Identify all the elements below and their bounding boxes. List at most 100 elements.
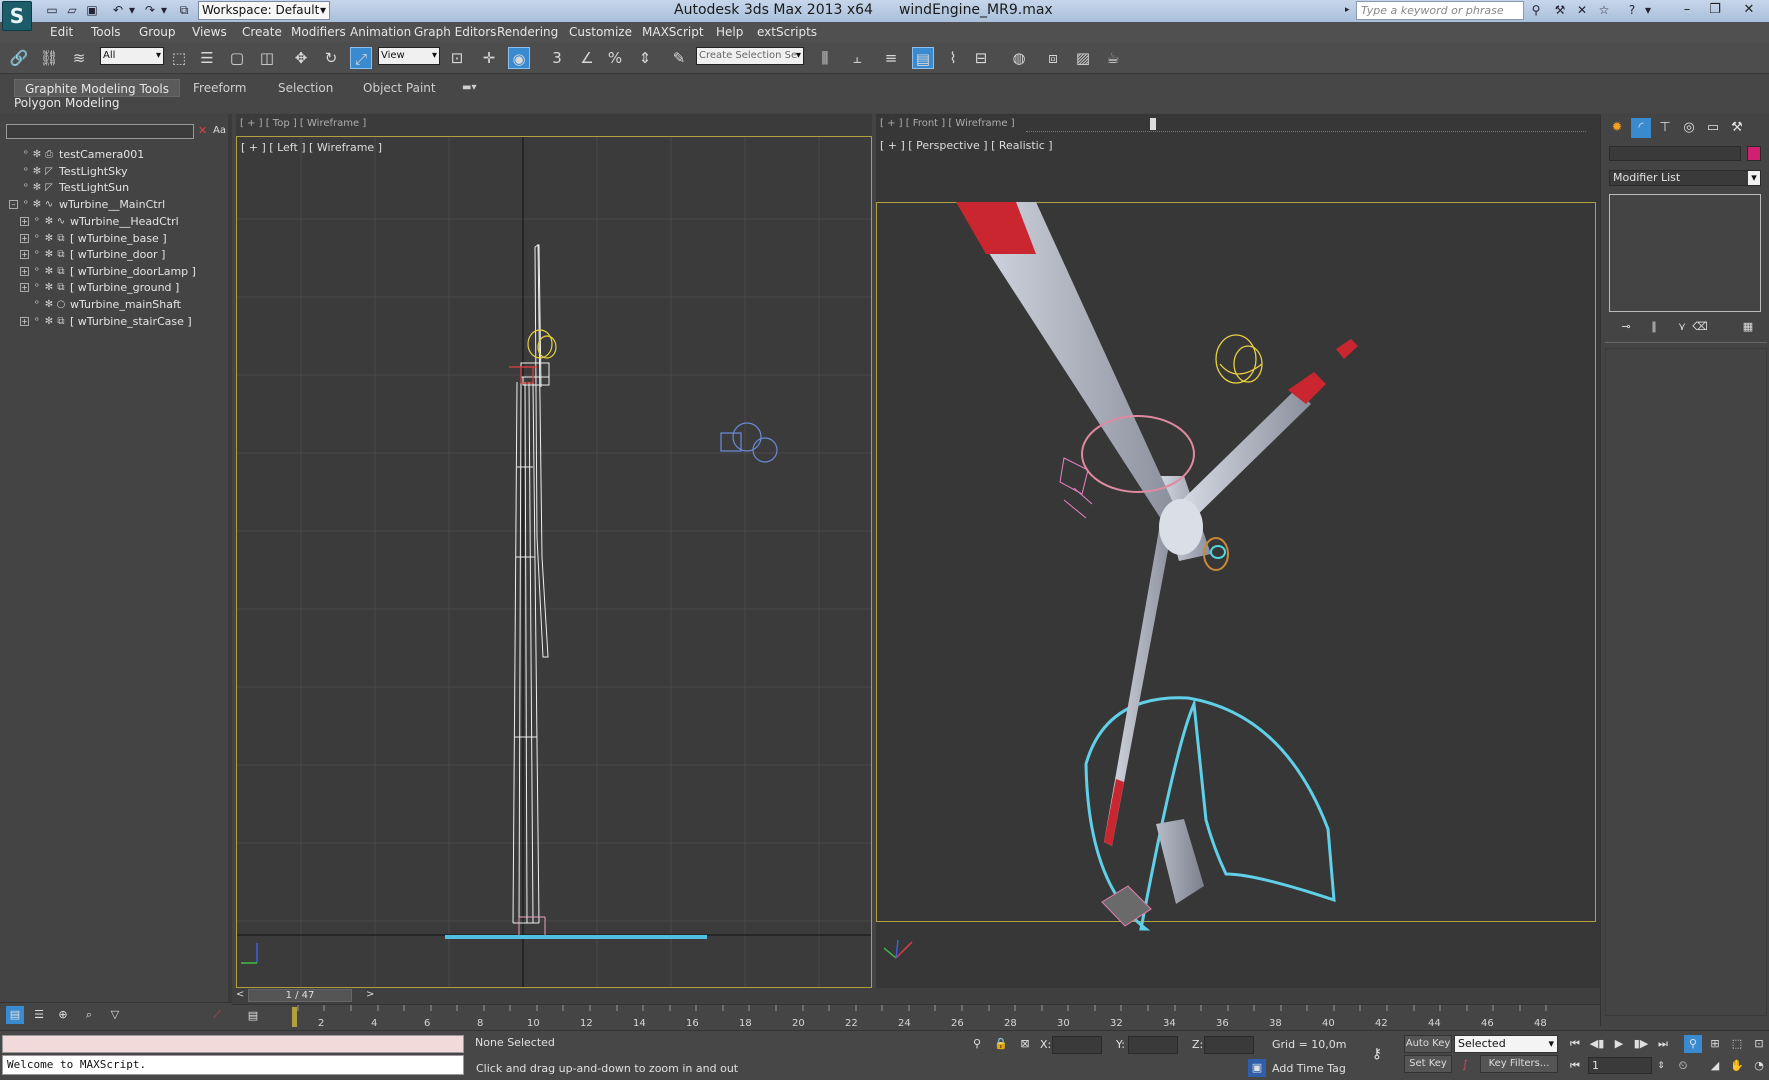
freeze-icon[interactable]: ✻	[43, 316, 55, 328]
panel-polygon-modeling[interactable]: Polygon Modeling	[14, 96, 120, 110]
expand-icon[interactable]: +	[20, 250, 29, 259]
menu-views[interactable]: Views	[192, 25, 227, 39]
spinner-snap-icon[interactable]: ⇕	[634, 47, 656, 69]
list-item[interactable]: + ᵒ ✻ ⧉ [ wTurbine_door ]	[0, 247, 230, 263]
freeze-icon[interactable]: ✻	[43, 299, 55, 311]
eye-icon[interactable]: ᵒ	[31, 216, 43, 228]
object-name-field[interactable]	[1609, 146, 1741, 161]
track-bar[interactable]: ▤ 2 4 6 8 10 12 14 16 18 20 22 24 26 28 …	[232, 1004, 1600, 1030]
current-frame-field[interactable]: 1	[1588, 1057, 1652, 1074]
modify-tab-icon[interactable]: ◜	[1631, 118, 1651, 138]
render-production-icon[interactable]: ☕	[1102, 47, 1124, 69]
eye-icon[interactable]: ᵒ	[31, 249, 43, 261]
menu-edit[interactable]: Edit	[50, 25, 73, 39]
menu-maxscript[interactable]: MAXScript	[642, 25, 704, 39]
open-mini-curve-editor-icon[interactable]: ▤	[244, 1007, 262, 1025]
link-icon[interactable]: 🔗	[8, 47, 30, 69]
list-item[interactable]: ᵒ ✻ ◸ TestLightSun	[0, 180, 230, 196]
next-frame-icon[interactable]: ▮▶	[1632, 1035, 1650, 1053]
create-tab-icon[interactable]: ✹	[1607, 118, 1627, 138]
edit-named-selection-icon[interactable]: ✎	[668, 47, 690, 69]
expand-icon[interactable]: +	[20, 283, 29, 292]
menu-group[interactable]: Group	[139, 25, 176, 39]
pin-icon[interactable]: ⟋	[208, 1006, 226, 1024]
window-crossing-icon[interactable]: ◫	[256, 47, 278, 69]
field-of-view-icon[interactable]: ◢	[1706, 1057, 1724, 1075]
sort-by-hierarchy-icon[interactable]: ▤	[6, 1006, 24, 1024]
go-to-end-icon[interactable]: ⏭	[1654, 1035, 1672, 1053]
list-item[interactable]: + ᵒ ✻ ∿ wTurbine__HeadCtrl	[0, 214, 230, 230]
pan-view-icon[interactable]: ✋	[1728, 1057, 1746, 1075]
subscription-icon[interactable]: ⚒	[1552, 2, 1568, 18]
eye-icon[interactable]: ᵒ	[31, 282, 43, 294]
freeze-icon[interactable]: ✻	[43, 233, 55, 245]
render-setup-icon[interactable]: ⧈	[1042, 47, 1064, 69]
undo-dropdown-icon[interactable]: ▾	[124, 2, 140, 18]
play-icon[interactable]: ▶	[1610, 1035, 1628, 1053]
tab-freeform[interactable]: Freeform	[193, 79, 246, 97]
prev-frame-button[interactable]: <	[236, 989, 244, 1000]
time-tag-icon[interactable]: ▣	[1248, 1059, 1266, 1077]
graphite-toggle-icon[interactable]: ▤	[912, 47, 934, 69]
selection-filter-select[interactable]: All ▾	[100, 47, 164, 65]
maxscript-output[interactable]: Welcome to MAXScript.	[2, 1055, 464, 1075]
rectangular-selection-icon[interactable]: ▢	[226, 47, 248, 69]
align-icon[interactable]: ⫠	[846, 47, 868, 69]
clear-search-icon[interactable]: ✕	[198, 124, 207, 137]
zoom-extents-all-icon[interactable]: ⊡	[1750, 1035, 1768, 1053]
menu-modifiers[interactable]: Modifiers	[291, 25, 346, 39]
make-unique-icon[interactable]: ⋎	[1673, 318, 1691, 336]
open-file-icon[interactable]: ▱	[64, 2, 80, 18]
favorites-icon[interactable]: ☆	[1596, 2, 1612, 18]
list-item[interactable]: ᵒ ✻ ◸ TestLightSky	[0, 164, 230, 180]
angle-snap-icon[interactable]: ∠	[576, 47, 598, 69]
viewport-left[interactable]: [ + ] [ Top ] [ Wireframe ] [ + ] [ Left…	[236, 114, 872, 988]
workspace-select[interactable]: Workspace: Default ▾	[198, 1, 330, 20]
select-rotate-icon[interactable]: ↻	[320, 47, 342, 69]
layer-manager-icon[interactable]: ≡	[880, 47, 902, 69]
expand-icon[interactable]: +	[20, 267, 29, 276]
tab-object-paint[interactable]: Object Paint	[363, 79, 436, 97]
list-item[interactable]: + ᵒ ✻ ⧉ [ wTurbine_doorLamp ]	[0, 264, 230, 280]
utilities-tab-icon[interactable]: ⚒	[1727, 118, 1747, 138]
list-item[interactable]: ᵒ ✻ ○ wTurbine_mainShaft	[0, 297, 230, 313]
key-filters-button[interactable]: Key Filters...	[1480, 1055, 1558, 1073]
list-item[interactable]: + ᵒ ✻ ⧉ [ wTurbine_ground ]	[0, 280, 230, 296]
key-mode-toggle-icon[interactable]: ⏮	[1566, 1057, 1584, 1075]
modifier-list-select[interactable]: Modifier List ▾	[1609, 170, 1761, 186]
modifier-stack[interactable]	[1609, 194, 1761, 312]
search-input[interactable]: Type a keyword or phrase	[1356, 1, 1524, 20]
minimize-icon[interactable]: –	[1673, 0, 1701, 20]
menu-create[interactable]: Create	[242, 25, 282, 39]
set-key-button[interactable]: Set Key	[1404, 1055, 1452, 1073]
menu-graph-editors[interactable]: Graph Editors	[414, 25, 496, 39]
maxscript-listener-input[interactable]	[2, 1035, 464, 1053]
reference-coordinate-select[interactable]: View ▾	[378, 47, 440, 65]
freeze-icon[interactable]: ✻	[31, 166, 43, 178]
schematic-view-icon[interactable]: ⊟	[970, 47, 992, 69]
freeze-icon[interactable]: ✻	[31, 182, 43, 194]
pivot-center-icon[interactable]: ⊡	[446, 47, 468, 69]
eye-icon[interactable]: ᵒ	[31, 299, 43, 311]
menu-customize[interactable]: Customize	[569, 25, 632, 39]
communication-icon[interactable]: ✕	[1574, 2, 1590, 18]
find-icon[interactable]: ⌕	[80, 1006, 98, 1024]
tab-selection[interactable]: Selection	[278, 79, 333, 97]
default-in-out-tangents-icon[interactable]: ∫	[1456, 1056, 1474, 1074]
list-item[interactable]: – ᵒ ✻ ∿ wTurbine__MainCtrl	[0, 197, 230, 213]
percent-snap-icon[interactable]: %	[604, 47, 626, 69]
tab-graphite-modeling-tools[interactable]: Graphite Modeling Tools	[14, 79, 181, 97]
display-tab-icon[interactable]: ▭	[1703, 118, 1723, 138]
frame-spinner-icon[interactable]: ⇕	[1652, 1057, 1670, 1075]
absolute-mode-transform-icon[interactable]: ⊠	[1016, 1035, 1034, 1053]
help-dropdown-icon[interactable]: ▾	[1640, 2, 1656, 18]
restore-icon[interactable]: ❐	[1701, 0, 1729, 20]
y-coordinate-field[interactable]	[1128, 1036, 1178, 1054]
hold-icon[interactable]: ⧉	[176, 2, 192, 18]
curve-editor-icon[interactable]: ⌇	[942, 47, 964, 69]
eye-icon[interactable]: ᵒ	[31, 266, 43, 278]
menu-tools[interactable]: Tools	[91, 25, 121, 39]
menu-extscripts[interactable]: extScripts	[757, 25, 817, 39]
collapse-icon[interactable]: –	[9, 200, 18, 209]
hierarchy-tab-icon[interactable]: ⊤	[1655, 118, 1675, 138]
